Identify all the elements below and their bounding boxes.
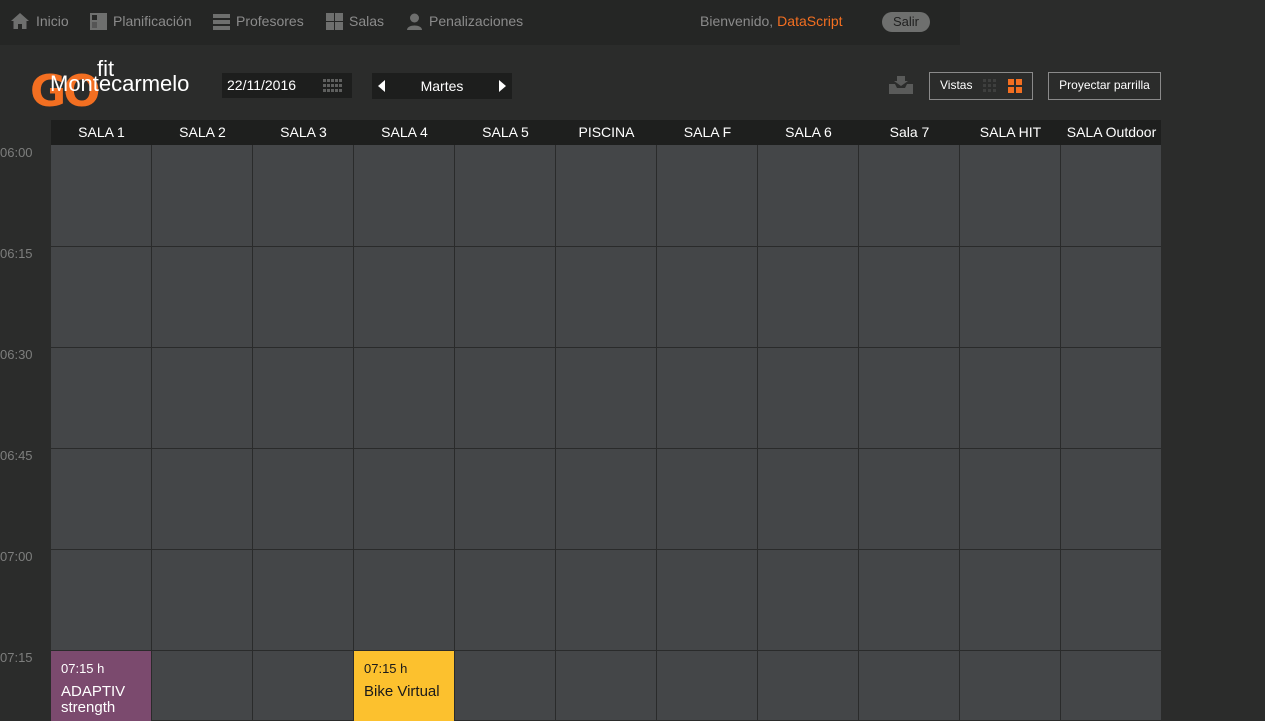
column-divider [757, 145, 758, 720]
logout-button[interactable]: Salir [882, 12, 930, 32]
time-label: 06:30 [0, 347, 33, 362]
user-icon [406, 13, 423, 30]
row-divider [51, 448, 1161, 449]
inbox-icon[interactable] [888, 75, 914, 100]
room-header-sala-outdoor: SALA Outdoor [1066, 124, 1157, 140]
column-divider [252, 145, 253, 720]
time-label: 06:00 [0, 145, 33, 160]
column-divider [1060, 145, 1061, 720]
room-header-sala-3: SALA 3 [280, 124, 327, 140]
row-divider [51, 347, 1161, 348]
room-header-sala-hit: SALA HIT [979, 124, 1042, 140]
time-label: 07:15 [0, 650, 33, 665]
day-navigator: Martes [372, 73, 512, 99]
nav-item-inicio[interactable]: Inicio [10, 0, 69, 42]
list-icon [213, 13, 230, 30]
event-name: Bike Virtual [364, 683, 440, 700]
calendar-icon[interactable] [323, 79, 342, 98]
room-header-sala-6: SALA 6 [785, 124, 832, 140]
room-header-sala-f: SALA F [683, 124, 732, 140]
column-divider [656, 145, 657, 720]
class-event[interactable]: 07:15 h Bike Virtual [354, 651, 454, 721]
previous-day-arrow-icon[interactable] [378, 80, 385, 92]
class-event[interactable]: 07:15 h ADAPTIV strength [51, 651, 151, 721]
row-divider [51, 549, 1161, 550]
room-header-sala-7: Sala 7 [889, 124, 930, 140]
welcome-text: Bienvenido, [700, 13, 774, 29]
schedule-grid: 07:15 h ADAPTIV strength 07:15 h Bike Virtu… [51, 145, 1161, 721]
club-name: Montecarmelo [50, 71, 190, 96]
nav-item-label: Inicio [36, 13, 69, 29]
calendar-grid-icon [90, 12, 107, 30]
welcome-message: Bienvenido, DataScript [700, 13, 843, 29]
top-nav: Inicio Planificación Profesores Salas Pe… [0, 0, 960, 45]
column-divider [454, 145, 455, 720]
nav-item-label: Profesores [236, 13, 304, 29]
nav-item-planificacion[interactable]: Planificación [90, 0, 192, 42]
room-header-piscina: PISCINA [578, 124, 635, 140]
column-divider [959, 145, 960, 720]
event-time: 07:15 h [364, 661, 408, 676]
project-grid-button[interactable]: Proyectar parrilla [1048, 72, 1161, 100]
event-time: 07:15 h [61, 661, 105, 676]
column-divider [555, 145, 556, 720]
row-divider [51, 246, 1161, 247]
next-day-arrow-icon[interactable] [499, 80, 506, 92]
list-view-icon[interactable] [983, 79, 997, 93]
username[interactable]: DataScript [777, 13, 842, 29]
home-icon [10, 12, 30, 30]
column-divider [353, 145, 354, 720]
room-header-sala-1: SALA 1 [78, 124, 125, 140]
nav-item-salas[interactable]: Salas [326, 0, 384, 42]
event-name: ADAPTIV strength [61, 683, 126, 716]
time-label: 06:45 [0, 448, 33, 463]
room-header-sala-4: SALA 4 [381, 124, 428, 140]
date-value: 22/11/2016 [227, 77, 297, 93]
nav-item-label: Penalizaciones [429, 13, 524, 29]
nav-item-profesores[interactable]: Profesores [213, 0, 304, 42]
current-day: Martes [420, 78, 464, 94]
time-label: 06:15 [0, 246, 33, 261]
room-header-sala-2: SALA 2 [179, 124, 226, 140]
room-header-row: SALA 1 SALA 2 SALA 3 SALA 4 SALA 5 PISCINA SAL… [51, 120, 1161, 145]
column-divider [151, 145, 152, 720]
nav-item-label: Planificación [113, 13, 192, 29]
column-divider [858, 145, 859, 720]
grid-view-icon[interactable] [1008, 79, 1022, 93]
rooms-grid-icon [326, 12, 343, 30]
room-header-sala-5: SALA 5 [482, 124, 529, 140]
row-divider [51, 650, 1161, 651]
nav-item-penalizaciones[interactable]: Penalizaciones [406, 0, 523, 42]
views-label: Vistas [940, 78, 973, 92]
time-label: 07:00 [0, 549, 33, 564]
nav-item-label: Salas [349, 13, 385, 29]
date-picker[interactable]: 22/11/2016 [222, 73, 352, 98]
gofit-logo: GO fit Montecarmelo [30, 58, 220, 116]
views-selector: Vistas [929, 72, 1033, 100]
